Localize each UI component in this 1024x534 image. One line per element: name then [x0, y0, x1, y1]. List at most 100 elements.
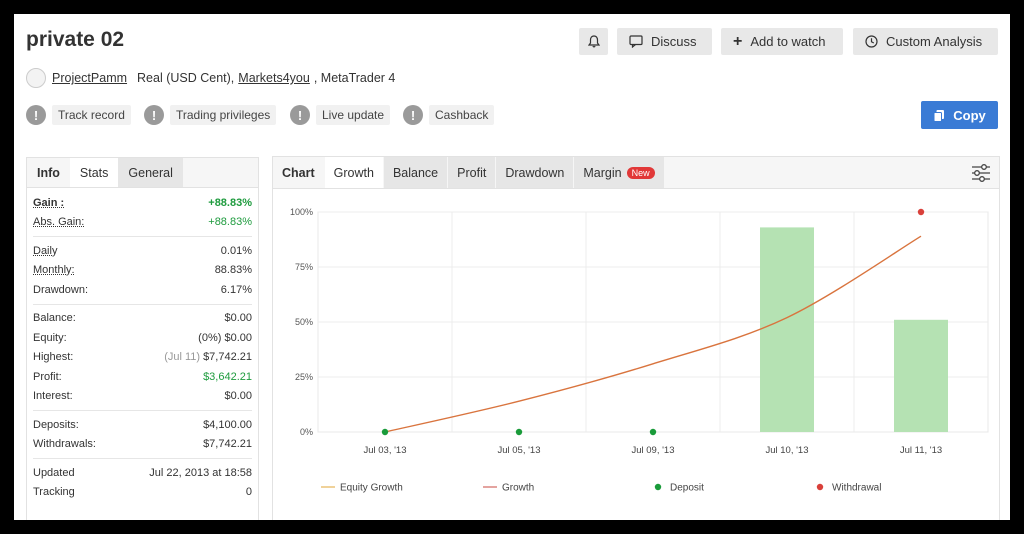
- stat-label: Interest:: [33, 390, 73, 403]
- y-tick-label: 75%: [295, 262, 313, 272]
- chip-label: Trading privileges: [170, 105, 277, 125]
- exclamation-icon: !: [144, 105, 164, 125]
- chip-trading-privileges[interactable]: ! Trading privileges: [144, 104, 277, 126]
- account-type: Real (USD Cent),: [137, 71, 235, 85]
- divider: [33, 410, 252, 411]
- add-to-watch-label: Add to watch: [750, 34, 826, 49]
- tab-drawdown[interactable]: Drawdown: [496, 157, 574, 188]
- y-tick-label: 0%: [300, 427, 313, 437]
- y-tick-label: 50%: [295, 317, 313, 327]
- stat-label: Profit:: [33, 370, 62, 383]
- stat-label[interactable]: Daily: [33, 245, 57, 257]
- tab-balance[interactable]: Balance: [383, 157, 448, 188]
- y-tick-label: 100%: [290, 207, 313, 217]
- tab-info[interactable]: Info: [27, 158, 70, 187]
- stat-row-monthly: Monthly: 88.83%: [33, 261, 252, 281]
- stat-value: $7,742.21: [203, 438, 252, 451]
- tab-margin[interactable]: Margin New: [574, 157, 664, 188]
- withdrawal-point: [917, 208, 925, 216]
- legend-label: Growth: [502, 483, 534, 494]
- stat-value: $0.00: [224, 390, 252, 403]
- chip-label: Track record: [52, 105, 131, 125]
- exclamation-icon: !: [290, 105, 310, 125]
- tab-general[interactable]: General: [118, 158, 183, 187]
- bell-icon: [587, 35, 600, 48]
- stat-label: Deposits:: [33, 418, 79, 431]
- stat-label[interactable]: Abs. Gain:: [33, 216, 84, 228]
- stat-value: $3,642.21: [203, 370, 252, 383]
- tab-growth[interactable]: Growth: [324, 157, 383, 188]
- chip-track-record[interactable]: ! Track record: [26, 104, 131, 126]
- stat-label[interactable]: Gain :: [33, 197, 64, 209]
- discuss-label: Discuss: [651, 34, 697, 49]
- comment-icon: [629, 35, 643, 48]
- chart-tabs: Chart Growth Balance Profit Drawdown Mar…: [273, 157, 999, 189]
- stat-row-highest: Highest: (Jul 11) $7,742.21: [33, 348, 252, 368]
- author-link[interactable]: ProjectPamm: [52, 71, 127, 85]
- page-title: private 02: [26, 28, 125, 51]
- copy-label: Copy: [953, 107, 986, 123]
- stat-value: $0.00: [224, 312, 252, 325]
- stat-value: $4,100.00: [203, 418, 252, 431]
- exclamation-icon: !: [403, 105, 423, 125]
- clock-icon: [865, 35, 878, 48]
- tab-stats[interactable]: Stats: [69, 158, 119, 187]
- exclamation-icon: !: [26, 105, 46, 125]
- tab-profit[interactable]: Profit: [448, 157, 496, 188]
- stat-row-balance: Balance: $0.00: [33, 309, 252, 329]
- stat-value: +88.83%: [208, 196, 252, 209]
- bar: [894, 319, 948, 432]
- stat-row-updated: Updated Jul 22, 2013 at 18:58: [33, 463, 252, 483]
- deposit-point: [649, 428, 657, 436]
- chip-label: Cashback: [429, 105, 495, 125]
- legend-label: Deposit: [670, 483, 704, 494]
- stat-value: 0: [245, 486, 252, 499]
- discuss-button[interactable]: Discuss: [617, 28, 712, 55]
- stat-value: 88.83%: [214, 264, 252, 277]
- tab-chart[interactable]: Chart: [273, 157, 324, 188]
- chart-panel: Chart Growth Balance Profit Drawdown Mar…: [272, 156, 1000, 520]
- legend-swatch: [654, 483, 662, 491]
- deposit-point: [515, 428, 523, 436]
- stat-row-drawdown: Drawdown: 6.17%: [33, 280, 252, 300]
- x-tick-label: Jul 09, '13: [631, 445, 674, 456]
- stat-row-profit: Profit: $3,642.21: [33, 367, 252, 387]
- x-tick-label: Jul 10, '13: [765, 445, 808, 456]
- add-to-watch-button[interactable]: + Add to watch: [721, 28, 843, 55]
- stat-value: +88.83%: [208, 216, 252, 229]
- chip-label: Live update: [316, 105, 391, 125]
- avatar: [26, 68, 46, 88]
- custom-analysis-label: Custom Analysis: [886, 34, 983, 49]
- stat-label: Updated: [33, 466, 75, 479]
- stat-row-interest: Interest: $0.00: [33, 387, 252, 407]
- platform-text: , MetaTrader 4: [313, 71, 396, 85]
- sliders-icon[interactable]: [971, 164, 991, 182]
- tab-margin-label: Margin: [583, 165, 622, 180]
- stat-row-gain: Gain : +88.83%: [33, 193, 252, 213]
- legend-swatch: [816, 483, 824, 491]
- stat-row-withdrawals: Withdrawals: $7,742.21: [33, 435, 252, 455]
- x-tick-label: Jul 11, '13: [900, 445, 942, 456]
- stat-label: Withdrawals:: [33, 438, 96, 451]
- x-tick-label: Jul 03, '13: [363, 445, 406, 456]
- chip-live-update[interactable]: ! Live update: [290, 104, 391, 126]
- custom-analysis-button[interactable]: Custom Analysis: [853, 28, 998, 55]
- stat-label[interactable]: Monthly:: [33, 264, 75, 276]
- stat-row-deposits: Deposits: $4,100.00: [33, 415, 252, 435]
- stat-prefix: (Jul 11): [164, 351, 201, 364]
- notification-button[interactable]: [579, 28, 608, 55]
- stats-tabs: Info Stats General: [27, 158, 258, 188]
- broker-link[interactable]: Markets4you: [238, 71, 310, 85]
- stat-label: Tracking: [33, 486, 75, 499]
- stat-prefix: (0%): [198, 331, 222, 344]
- stat-label: Highest:: [33, 351, 74, 364]
- growth-chart: 0% 25% 50% 75% 100% Jul 03, '13 Jul 05, '13 Jul…: [290, 207, 989, 494]
- divider: [33, 303, 252, 305]
- new-badge: New: [626, 166, 655, 179]
- stat-row-abs-gain: Abs. Gain: +88.83%: [33, 213, 252, 233]
- stat-value: 0.01%: [220, 244, 252, 257]
- copy-button[interactable]: Copy: [921, 101, 998, 129]
- y-tick-label: 25%: [295, 372, 313, 382]
- stat-value-group: (0%) $0.00: [198, 332, 252, 344]
- chip-cashback[interactable]: ! Cashback: [403, 104, 495, 126]
